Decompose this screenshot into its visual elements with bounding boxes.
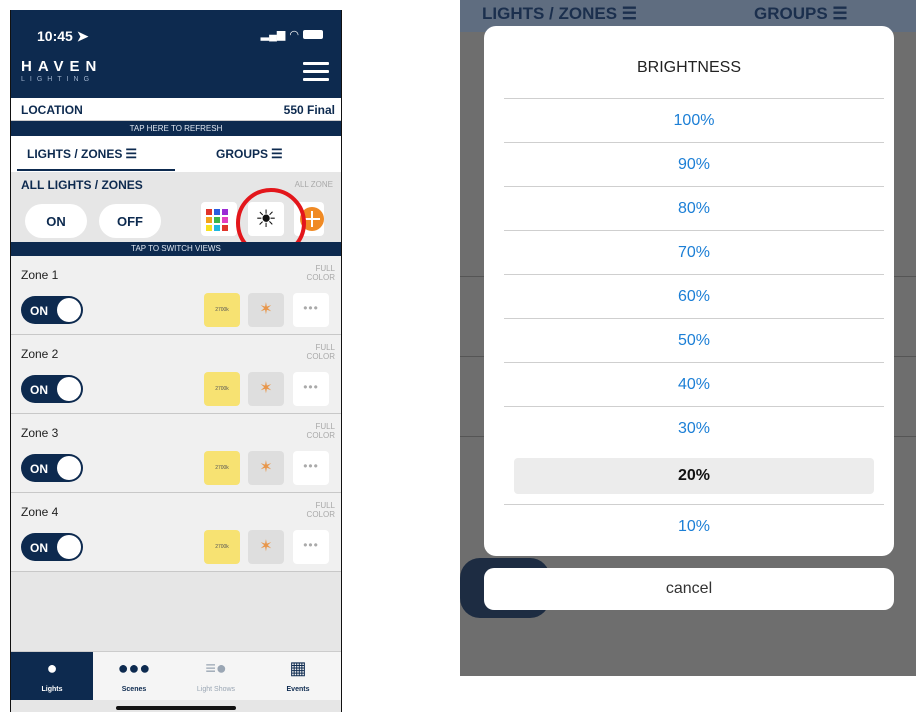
color-temp-button[interactable]: 2700k (204, 372, 240, 406)
bulb-icon: ● (46, 658, 58, 678)
battery-icon (303, 30, 323, 39)
bulbs-icon: ●●● (117, 658, 151, 678)
brightness-option[interactable]: 90% (504, 142, 884, 187)
sun-icon: ✶ (259, 538, 273, 555)
list-icon: ☰ (125, 146, 137, 161)
brightness-option[interactable]: 80% (504, 186, 884, 231)
zone-toggle[interactable]: ON (21, 375, 83, 403)
brightness-option[interactable]: 10% (504, 504, 884, 549)
more-options-button[interactable]: ••• (293, 451, 329, 485)
brightness-option[interactable]: 40% (504, 362, 884, 407)
view-tabs: LIGHTS / ZONES ☰ GROUPS ☰ (11, 136, 341, 173)
zone-row: Zone 2 FULL COLOR ON 2700k ✶ ••• (11, 335, 341, 414)
nav-lights[interactable]: ● Lights (11, 652, 93, 700)
dimmer-button[interactable]: ✶ (248, 372, 284, 406)
brightness-option[interactable]: 70% (504, 230, 884, 275)
nav-events[interactable]: ▦ Events (257, 652, 339, 700)
zone-row: Zone 4 FULL COLOR ON 2700k ✶ ••• (11, 493, 341, 572)
brightness-sheet: BRIGHTNESS 100% 90% 80% 70% 60% 50% 40% … (484, 26, 894, 556)
cancel-button[interactable]: cancel (484, 568, 894, 610)
refresh-bar[interactable]: TAP HERE TO REFRESH (11, 121, 341, 136)
ellipsis-icon: ••• (303, 538, 319, 552)
color-temp-button[interactable]: 2700k (204, 451, 240, 485)
nav-scenes[interactable]: ●●● Scenes (93, 652, 175, 700)
dimmer-button[interactable]: ✶ (248, 530, 284, 564)
zone-name: Zone 2 (21, 347, 59, 361)
tab-groups-dimmed: GROUPS ☰ (754, 4, 848, 23)
sun-icon: ✶ (259, 459, 273, 476)
app-header: 10:45 ➤ ▂▄▆ ◠ HAVEN LIGHTING (11, 10, 341, 98)
all-zone-caption: ALL ZONE (294, 180, 333, 189)
location-label: LOCATION (21, 103, 83, 117)
more-options-button[interactable]: ••• (293, 372, 329, 406)
status-icons: ▂▄▆ ◠ (261, 28, 323, 41)
zone-mode-label: FULL COLOR (306, 264, 335, 282)
home-indicator (116, 706, 236, 710)
more-options-button[interactable]: ••• (293, 293, 329, 327)
light-show-icon: ≡● (205, 658, 227, 678)
signal-icon: ▂▄▆ (260, 29, 286, 41)
tab-lights-zones-dimmed: LIGHTS / ZONES ☰ (482, 4, 638, 23)
tab-groups[interactable]: GROUPS ☰ (216, 146, 283, 162)
tab-lights-zones[interactable]: LIGHTS / ZONES ☰ (27, 146, 137, 162)
switch-views-bar[interactable]: TAP TO SWITCH VIEWS (11, 242, 341, 256)
color-grid-icon (206, 209, 228, 231)
brightness-screen: LIGHTS / ZONES ☰ GROUPS ☰ BRIGHTNESS 100… (460, 0, 916, 676)
zone-mode-label: FULL COLOR (306, 422, 335, 440)
status-time: 10:45 ➤ (37, 28, 89, 44)
calendar-icon: ▦ (289, 658, 307, 678)
zone-row: Zone 1 FULL COLOR ON 2700k ✶ ••• (11, 256, 341, 335)
dimmer-button[interactable]: ✶ (248, 293, 284, 327)
zone-mode-label: FULL COLOR (306, 343, 335, 361)
more-options-button[interactable]: ••• (293, 530, 329, 564)
location-bar[interactable]: LOCATION 550 Final (11, 98, 341, 121)
sun-icon: ✶ (259, 380, 273, 397)
list-icon: ☰ (271, 146, 283, 161)
zone-mode-label: FULL COLOR (306, 501, 335, 519)
ellipsis-icon: ••• (303, 301, 319, 315)
zone-name: Zone 1 (21, 268, 59, 282)
color-picker-button[interactable] (201, 202, 237, 236)
sheet-title: BRIGHTNESS (636, 59, 741, 76)
brightness-option-selected[interactable]: 20% (504, 454, 884, 498)
dimmer-button[interactable]: ✶ (248, 451, 284, 485)
zone-name: Zone 3 (21, 426, 59, 440)
nav-light-shows[interactable]: ≡● Light Shows (175, 652, 257, 700)
ellipsis-icon: ••• (303, 459, 319, 473)
zone-toggle[interactable]: ON (21, 454, 83, 482)
haven-logo: HAVEN LIGHTING (21, 58, 103, 83)
brightness-option[interactable]: 100% (504, 98, 884, 143)
lights-screen: 10:45 ➤ ▂▄▆ ◠ HAVEN LIGHTING LOCATION 55… (10, 10, 342, 712)
color-temp-button[interactable]: 2700k (204, 530, 240, 564)
ellipsis-icon: ••• (303, 380, 319, 394)
brightness-option[interactable]: 50% (504, 318, 884, 363)
bottom-nav: ● Lights ●●● Scenes ≡● Light Shows ▦ Eve… (11, 651, 341, 700)
brightness-option[interactable]: 30% (504, 406, 884, 451)
color-temp-button[interactable]: 2700k (204, 293, 240, 327)
zone-toggle[interactable]: ON (21, 533, 83, 561)
sun-icon: ✶ (259, 301, 273, 318)
zone-name: Zone 4 (21, 505, 59, 519)
wifi-icon: ◠ (289, 29, 299, 41)
all-lights-title: ALL LIGHTS / ZONES (21, 178, 143, 192)
zone-row: Zone 3 FULL COLOR ON 2700k ✶ ••• (11, 414, 341, 493)
all-on-button[interactable]: ON (25, 204, 87, 238)
zone-toggle[interactable]: ON (21, 296, 83, 324)
brightness-option[interactable]: 60% (504, 274, 884, 319)
all-off-button[interactable]: OFF (99, 204, 161, 238)
active-tab-indicator (17, 169, 175, 171)
menu-icon[interactable] (303, 62, 329, 82)
location-value: 550 Final (283, 103, 335, 117)
